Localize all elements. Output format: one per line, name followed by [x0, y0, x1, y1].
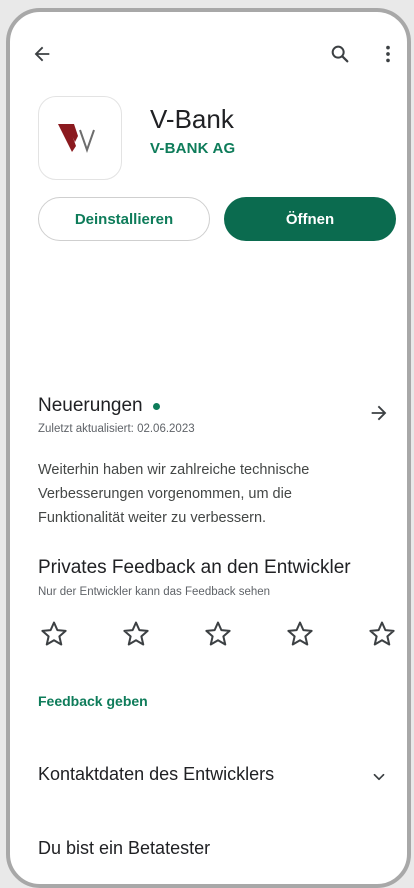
whats-new-header[interactable]: Neuerungen	[38, 395, 160, 417]
phone-frame: V-Bank V-BANK AG Deinstallieren Öffnen N…	[6, 8, 411, 888]
developer-link[interactable]: V-BANK AG	[150, 140, 235, 157]
uninstall-button[interactable]: Deinstallieren	[38, 197, 210, 241]
rate-5-star-button[interactable]	[366, 618, 398, 650]
star-outline-icon	[123, 621, 149, 646]
top-app-bar	[10, 12, 407, 92]
give-feedback-link[interactable]: Feedback geben	[38, 693, 148, 709]
star-outline-icon	[369, 621, 395, 646]
chevron-down-icon	[373, 773, 385, 781]
last-updated-text: Zuletzt aktualisiert: 02.06.2023	[38, 423, 195, 435]
open-button[interactable]: Öffnen	[224, 197, 396, 241]
developer-contact-row[interactable]: Kontaktdaten des Entwicklers	[38, 764, 274, 785]
more-vert-icon	[386, 45, 390, 63]
whats-new-arrow-button[interactable]	[368, 402, 390, 429]
rate-4-star-button[interactable]	[284, 618, 316, 650]
v-bank-logo	[58, 124, 95, 154]
beta-tester-heading: Du bist ein Betatester	[38, 838, 211, 858]
star-outline-icon	[287, 621, 313, 646]
star-outline-icon	[41, 621, 67, 646]
star-outline-icon	[205, 621, 231, 646]
more-options-button[interactable]	[370, 36, 406, 72]
rate-1-star-button[interactable]	[38, 618, 70, 650]
app-icon	[38, 96, 122, 180]
feedback-title: Privates Feedback an den Entwickler	[38, 557, 351, 578]
arrow-back-icon	[34, 46, 50, 62]
search-icon	[331, 45, 349, 63]
arrow-forward-icon	[371, 405, 387, 421]
expand-contact-button[interactable]	[370, 768, 388, 791]
star-rating	[38, 618, 398, 650]
new-indicator-dot	[152, 402, 160, 410]
search-button[interactable]	[322, 36, 358, 72]
app-title: V-Bank	[150, 104, 234, 134]
release-notes: Weiterhin haben wir zahlreiche technisch…	[38, 462, 310, 526]
whats-new-title: Neuerungen	[38, 395, 143, 416]
rate-3-star-button[interactable]	[202, 618, 234, 650]
back-button[interactable]	[24, 36, 60, 72]
feedback-subtitle: Nur der Entwickler kann das Feedback seh…	[38, 586, 271, 598]
rate-2-star-button[interactable]	[120, 618, 152, 650]
